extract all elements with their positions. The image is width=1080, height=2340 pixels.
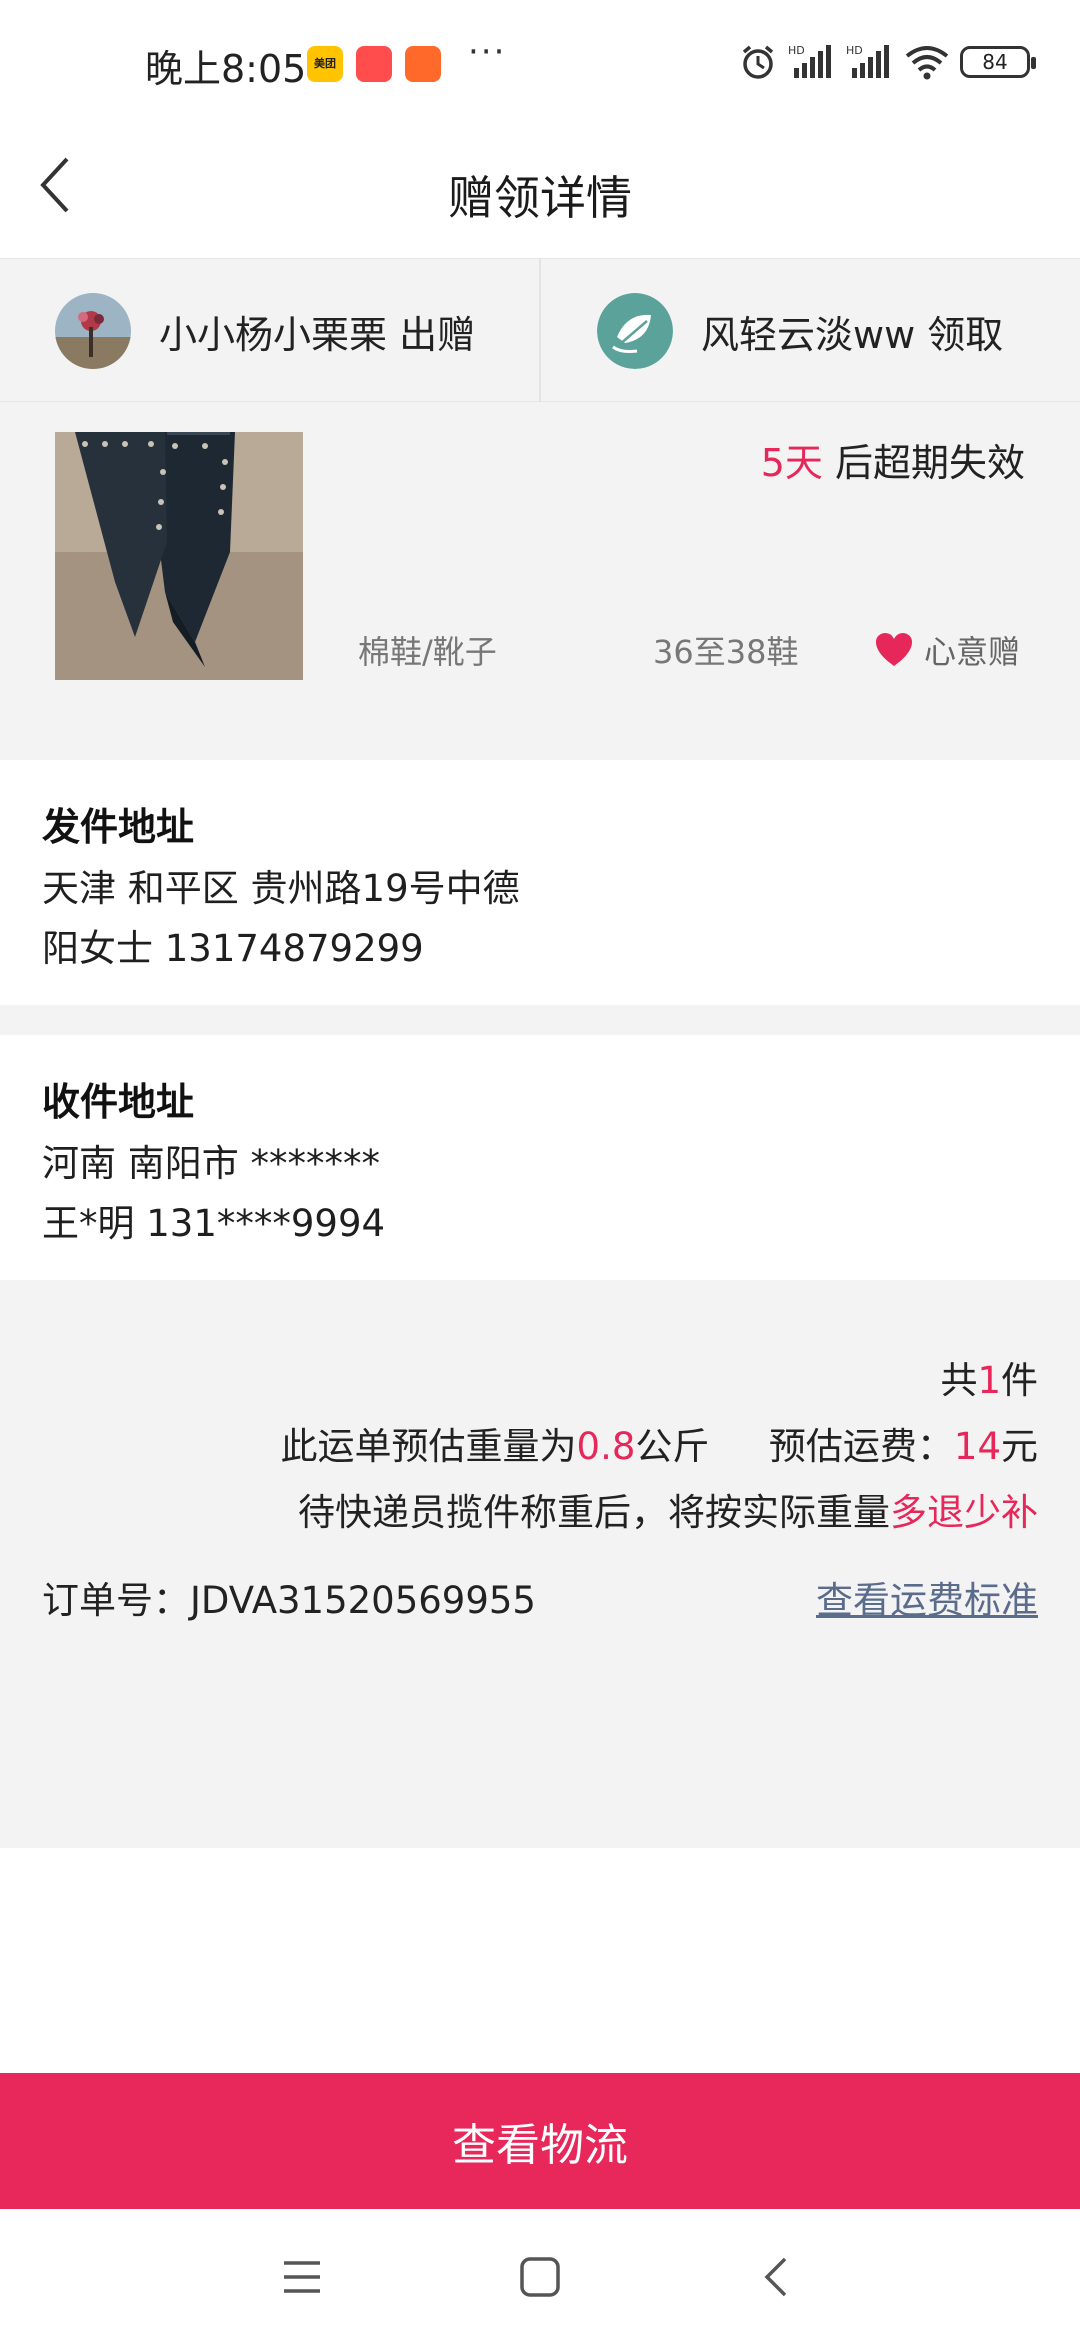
order-number: 订单号：JDVA31520569955 — [42, 1579, 536, 1622]
back-arrow-icon — [764, 2257, 787, 2297]
section-gap — [0, 1005, 1080, 1035]
item-photo[interactable] — [55, 432, 303, 680]
giver-avatar[interactable] — [55, 293, 131, 369]
weight-fee-line: 此运单预估重量为0.8公斤 预估运费：14元 — [280, 1425, 1038, 1468]
gift-tag-label: 心意赠 — [923, 633, 1020, 671]
receiver-address-section: 收件地址 河南 南阳市 ******* 王*明 131****9994 — [0, 1035, 1080, 1280]
expire-notice: 5天 后超期失效 — [761, 432, 1025, 487]
svg-text:HD: HD — [788, 44, 805, 57]
weigh-note: 待快递员揽件称重后，将按实际重量多退少补 — [298, 1491, 1038, 1534]
meituan-app-icon: 美团 — [307, 46, 343, 82]
giver-info[interactable]: 小小杨小栗栗 出赠 — [55, 259, 475, 403]
shipping-summary: 共1件 此运单预估重量为0.8公斤 预估运费：14元 待快递员揽件称重后，将按实… — [0, 1280, 1080, 1848]
page-header: 赠领详情 — [0, 120, 1080, 258]
sender-address-section: 发件地址 天津 和平区 贵州路19号中德 阳女士 13174879299 — [0, 760, 1080, 1005]
sender-contact: 阳女士 13174879299 — [42, 927, 424, 970]
status-time: 晚上8:05 — [145, 47, 307, 91]
svg-text:HD: HD — [846, 44, 863, 57]
alarm-icon — [742, 45, 774, 79]
view-logistics-button[interactable]: 查看物流 — [0, 2073, 1080, 2209]
item-category: 棉鞋/靴子 — [358, 633, 497, 671]
receiver-contact: 王*明 131****9994 — [42, 1202, 386, 1245]
battery-icon: 84 — [960, 46, 1036, 78]
nav-back-button[interactable] — [736, 2237, 816, 2317]
heart-icon — [875, 633, 912, 666]
divider — [539, 259, 541, 403]
signal-hd-icon: HD — [788, 44, 831, 78]
battery-level: 84 — [982, 50, 1008, 74]
giver-name: 小小杨小栗栗 出赠 — [159, 312, 476, 357]
receiver-address: 河南 南阳市 ******* — [42, 1142, 381, 1185]
gift-tag: 心意赠 — [874, 627, 1020, 673]
more-notifications-icon: ··· — [468, 32, 507, 72]
wifi-icon — [905, 46, 949, 80]
page-title: 赠领详情 — [448, 171, 632, 225]
item-card[interactable]: 5天 后超期失效 棉鞋/靴子 36至38鞋 心意赠 — [0, 402, 1080, 760]
parties-bar: 小小杨小栗栗 出赠 风轻云淡ww 领取 — [0, 258, 1080, 403]
expire-days: 5天 — [760, 441, 823, 485]
signal-hd-icon-2: HD — [846, 44, 889, 78]
system-icons: HD HD 84 — [738, 42, 1036, 82]
system-nav-bar — [0, 2209, 1080, 2340]
home-icon — [520, 2257, 560, 2297]
receiver-avatar[interactable] — [597, 293, 673, 369]
fee-standard-link[interactable]: 查看运费标准 — [816, 1570, 1038, 1624]
status-bar: 晚上8:05 美团 ··· HD HD 84 — [0, 0, 1080, 120]
receiver-name: 风轻云淡ww 领取 — [701, 312, 1004, 357]
app-notification-icon-2 — [405, 46, 441, 82]
item-count: 共1件 — [940, 1359, 1038, 1402]
sender-address: 天津 和平区 贵州路19号中德 — [42, 867, 520, 910]
item-size: 36至38鞋 — [653, 633, 799, 671]
expire-suffix: 后超期失效 — [822, 441, 1025, 485]
nav-menu-button[interactable] — [262, 2237, 342, 2317]
receiver-address-title: 收件地址 — [42, 1080, 195, 1124]
sender-address-title: 发件地址 — [42, 805, 195, 849]
app-notification-icon — [356, 46, 392, 82]
receiver-info[interactable]: 风轻云淡ww 领取 — [597, 259, 1003, 403]
menu-icon — [284, 2261, 320, 2293]
nav-home-button[interactable] — [500, 2237, 580, 2317]
